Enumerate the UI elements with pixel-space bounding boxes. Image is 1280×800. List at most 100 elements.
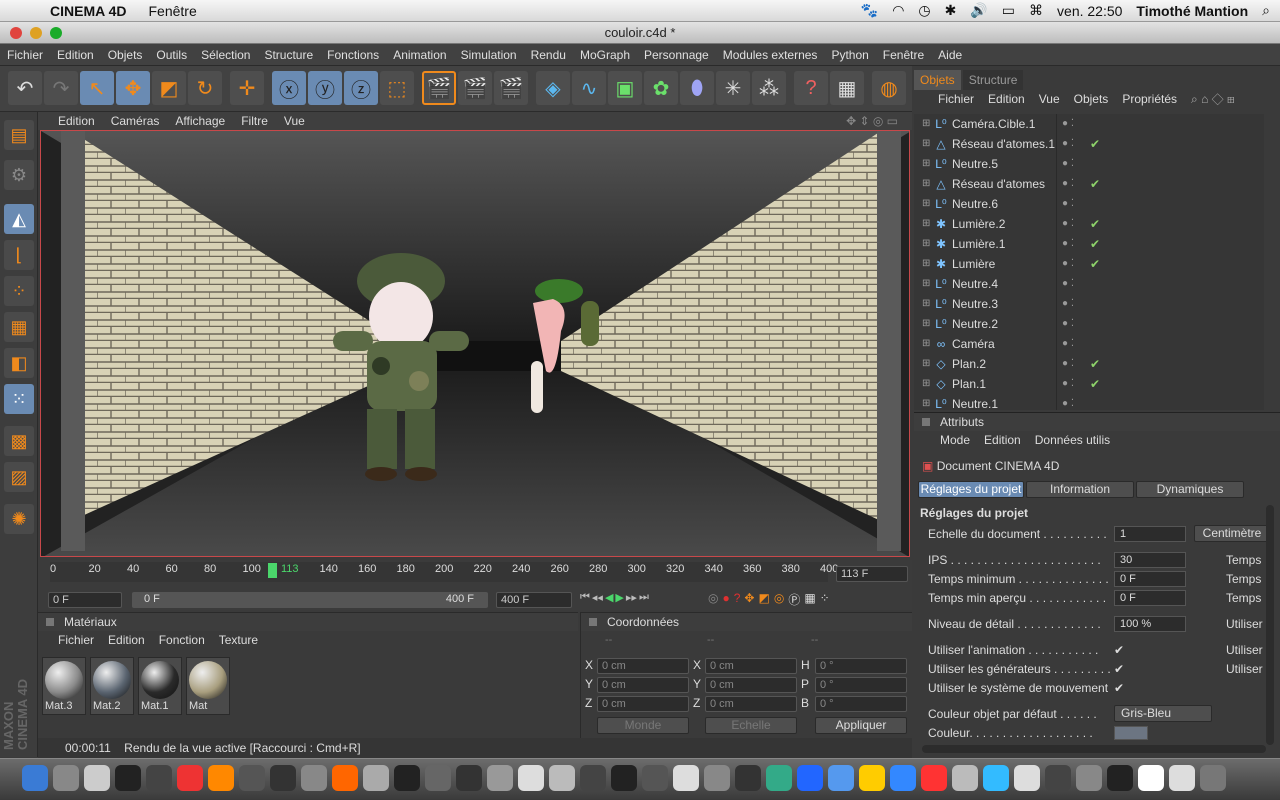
coord-field[interactable]: 0 °: [815, 677, 907, 693]
coord-field[interactable]: 0 cm: [597, 677, 689, 693]
menu-simulation[interactable]: Simulation: [454, 48, 524, 62]
object-row[interactable]: ⊞ L⁰ Neutre.3 ● ⁚: [922, 294, 1262, 314]
record-settings-icon[interactable]: ◎: [708, 591, 718, 608]
wifi-icon[interactable]: ◠: [892, 2, 904, 19]
obj-menu-proprietes[interactable]: Propriétés: [1122, 90, 1177, 108]
expand-icon[interactable]: ⊞: [922, 194, 934, 214]
enabled-check-icon[interactable]: ✔: [1090, 234, 1100, 254]
coord-scale-select[interactable]: Echelle: [705, 717, 797, 734]
apple-icon[interactable]: [20, 3, 36, 19]
color-swatch[interactable]: [1114, 726, 1148, 740]
visibility-dots[interactable]: ● ⁚: [1062, 294, 1074, 314]
dock-app-icon[interactable]: [1169, 765, 1195, 791]
material-swatch[interactable]: Mat.3: [42, 657, 86, 715]
coord-field[interactable]: 0 cm: [597, 696, 689, 712]
deformer-icon[interactable]: ⬮: [680, 71, 714, 105]
y-axis-lock-icon[interactable]: ⓨ: [308, 71, 342, 105]
attr-menu-donnees[interactable]: Données utilis: [1035, 431, 1110, 449]
attr-value[interactable]: 1: [1114, 526, 1186, 542]
object-row[interactable]: ⊞ ◇ Plan.1 ● ⁚ ✔: [922, 374, 1262, 394]
viewport-nav-icons[interactable]: ✥ ⇕ ◎ ▭: [838, 114, 906, 128]
dock-app-icon[interactable]: [177, 765, 203, 791]
expand-icon[interactable]: ⊞: [922, 234, 934, 254]
tab-structure[interactable]: Structure: [962, 70, 1024, 90]
polygons-mode-icon[interactable]: ◧: [4, 348, 34, 378]
key-grid-icon[interactable]: ▦: [804, 591, 815, 608]
mat-menu-texture[interactable]: Texture: [219, 631, 258, 649]
tab-dynamiques[interactable]: Dynamiques: [1136, 481, 1244, 498]
visibility-dots[interactable]: ● ⁚: [1062, 354, 1074, 374]
coord-field[interactable]: 0 °: [815, 658, 907, 674]
menu-animation[interactable]: Animation: [386, 48, 453, 62]
object-row[interactable]: ⊞ L⁰ Neutre.5 ● ⁚: [922, 154, 1262, 174]
dock-app-icon[interactable]: [828, 765, 854, 791]
record-icon[interactable]: ●: [722, 591, 729, 608]
z-axis-lock-icon[interactable]: ⓩ: [344, 71, 378, 105]
visibility-dots[interactable]: ● ⁚: [1062, 154, 1074, 174]
dock-app-icon[interactable]: [53, 765, 79, 791]
next-frame-icon[interactable]: ▸▸: [626, 591, 637, 604]
dock-app-icon[interactable]: [1045, 765, 1071, 791]
dock-app-icon[interactable]: [611, 765, 637, 791]
animation-checkbox[interactable]: ✔: [1114, 641, 1124, 659]
material-swatch[interactable]: Mat.1: [138, 657, 182, 715]
expand-icon[interactable]: ⊞: [922, 294, 934, 314]
object-row[interactable]: ⊞ L⁰ Neutre.4 ● ⁚: [922, 274, 1262, 294]
dock-app-icon[interactable]: [518, 765, 544, 791]
obj-menu-fichier[interactable]: Fichier: [938, 90, 974, 108]
start-frame-field[interactable]: 0 F: [48, 592, 122, 608]
visibility-dots[interactable]: ● ⁚: [1062, 134, 1074, 154]
dock-app-icon[interactable]: [952, 765, 978, 791]
object-row[interactable]: ⊞ L⁰ Caméra.Cible.1 ● ⁚: [922, 114, 1262, 134]
menu-rendu[interactable]: Rendu: [524, 48, 573, 62]
previous-frame-icon[interactable]: ◀: [605, 591, 613, 604]
enabled-check-icon[interactable]: ✔: [1090, 354, 1100, 374]
mat-menu-fonction[interactable]: Fonction: [159, 631, 205, 649]
render-view-icon[interactable]: 🎬: [422, 71, 456, 105]
view-menu-vue[interactable]: Vue: [276, 114, 313, 128]
coord-field[interactable]: 0 cm: [597, 658, 689, 674]
dock-app-icon[interactable]: [239, 765, 265, 791]
object-row[interactable]: ⊞ △ Réseau d'atomes ● ⁚ ✔: [922, 174, 1262, 194]
dock-app-icon[interactable]: [394, 765, 420, 791]
dock-app-icon[interactable]: [301, 765, 327, 791]
view-menu-edition[interactable]: Edition: [50, 114, 103, 128]
array-icon[interactable]: ✿: [644, 71, 678, 105]
dock-app-icon[interactable]: [1076, 765, 1102, 791]
go-to-start-icon[interactable]: ⏮: [580, 591, 590, 604]
bluetooth-icon[interactable]: ✱: [945, 2, 957, 19]
expand-icon[interactable]: ⊞: [922, 374, 934, 394]
object-row[interactable]: ⊞ L⁰ Neutre.6 ● ⁚: [922, 194, 1262, 214]
object-label[interactable]: Lumière: [952, 254, 995, 274]
object-label[interactable]: Neutre.5: [952, 154, 998, 174]
object-label[interactable]: Réseau d'atomes.1: [952, 134, 1055, 154]
tab-objets[interactable]: Objets: [914, 70, 961, 90]
visibility-dots[interactable]: ● ⁚: [1062, 114, 1074, 134]
paw-icon[interactable]: 🐾: [861, 2, 878, 19]
material-swatch[interactable]: Mat: [186, 657, 230, 715]
dock-app-icon[interactable]: [797, 765, 823, 791]
object-row[interactable]: ⊞ ✱ Lumière.2 ● ⁚ ✔: [922, 214, 1262, 234]
menu-objets[interactable]: Objets: [101, 48, 150, 62]
object-label[interactable]: Lumière.2: [952, 214, 1005, 234]
default-color-select[interactable]: Gris-Bleu: [1114, 705, 1212, 722]
minimize-window-icon[interactable]: [30, 27, 42, 39]
object-list[interactable]: ⊞ L⁰ Caméra.Cible.1 ● ⁚ ⊞ △ Réseau d'atomes.1 ●…: [914, 114, 1264, 410]
generators-checkbox[interactable]: ✔: [1114, 660, 1124, 678]
dock-app-icon[interactable]: [363, 765, 389, 791]
previous-key-icon[interactable]: ◂◂: [592, 591, 603, 604]
window-menu[interactable]: Fenêtre: [149, 3, 197, 19]
object-label[interactable]: Caméra: [952, 334, 995, 354]
dock-app-icon[interactable]: [1138, 765, 1164, 791]
key-param-icon[interactable]: Ⓟ: [788, 591, 800, 608]
model-mode-icon[interactable]: ◭: [4, 204, 34, 234]
visibility-dots[interactable]: ● ⁚: [1062, 394, 1074, 410]
expand-icon[interactable]: ⊞: [922, 134, 934, 154]
play-icon[interactable]: ▶: [615, 591, 623, 604]
menu-mograph[interactable]: MoGraph: [573, 48, 637, 62]
obj-menu-objets[interactable]: Objets: [1074, 90, 1109, 108]
dock-app-icon[interactable]: [1014, 765, 1040, 791]
attr-value[interactable]: 0 F: [1114, 571, 1186, 587]
object-label[interactable]: Neutre.2: [952, 314, 998, 334]
expand-icon[interactable]: ⊞: [922, 394, 934, 410]
